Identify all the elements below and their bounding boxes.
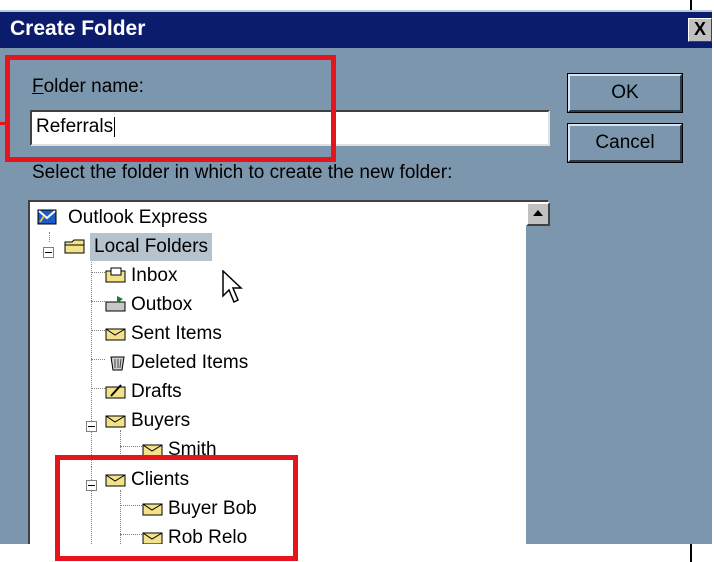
tree-item-sent-items[interactable]: Sent Items: [105, 320, 305, 348]
tree-item-outbox[interactable]: Outbox: [105, 291, 305, 319]
inbox-icon: [105, 267, 126, 283]
ok-button[interactable]: OK: [567, 73, 683, 113]
cancel-button[interactable]: Cancel: [567, 123, 683, 163]
tree-line: [91, 257, 92, 467]
tree-item-label: Outbox: [131, 294, 193, 315]
dialog-title: Create Folder: [10, 17, 146, 40]
tree-line: [120, 446, 142, 447]
local-folders-icon: [64, 239, 85, 254]
tree-line: [91, 359, 105, 360]
outbox-icon: [105, 296, 126, 312]
tree-item-label: Outlook Express: [68, 207, 208, 228]
mouse-pointer-icon: [222, 270, 243, 304]
collapse-buyers-icon[interactable]: [86, 421, 97, 432]
tree-item-local-folders[interactable]: Local Folders: [64, 233, 304, 261]
trash-icon: [110, 356, 125, 371]
collapse-local-folders-icon[interactable]: [43, 247, 54, 258]
tree-item-label: Drafts: [131, 381, 182, 402]
vertical-scrollbar[interactable]: [526, 202, 550, 544]
highlight-clients-box: [55, 455, 298, 561]
title-bar[interactable]: Create Folder X: [0, 12, 712, 48]
outlook-express-icon: [37, 209, 57, 225]
tree-line: [91, 301, 105, 302]
tree-line: [91, 388, 105, 389]
frame-line-right-bottom: [690, 542, 692, 562]
envelope-folder-icon: [105, 328, 126, 341]
tree-line: [91, 330, 105, 331]
tree-item-label: Inbox: [131, 265, 178, 286]
tree-item-deleted-items[interactable]: Deleted Items: [105, 349, 325, 377]
tree-line: [91, 272, 105, 273]
tree-item-outlook-express[interactable]: Outlook Express: [34, 204, 334, 232]
select-folder-label: Select the folder in which to create the…: [32, 162, 453, 183]
drafts-icon: [105, 384, 126, 399]
tree-item-label: Sent Items: [131, 323, 222, 344]
tree-item-drafts[interactable]: Drafts: [105, 378, 305, 406]
envelope-folder-icon: [105, 415, 126, 428]
tree-item-label: Local Folders: [90, 233, 213, 261]
highlight-folder-name-box: [5, 55, 336, 162]
tree-item-label: Buyers: [131, 410, 191, 431]
close-button[interactable]: X: [688, 18, 712, 42]
scroll-up-button[interactable]: [526, 202, 550, 226]
tree-item-inbox[interactable]: Inbox: [105, 262, 305, 290]
tree-item-label: Deleted Items: [131, 352, 249, 373]
tree-line: [49, 232, 50, 242]
tree-item-buyers[interactable]: Buyers: [105, 407, 305, 435]
